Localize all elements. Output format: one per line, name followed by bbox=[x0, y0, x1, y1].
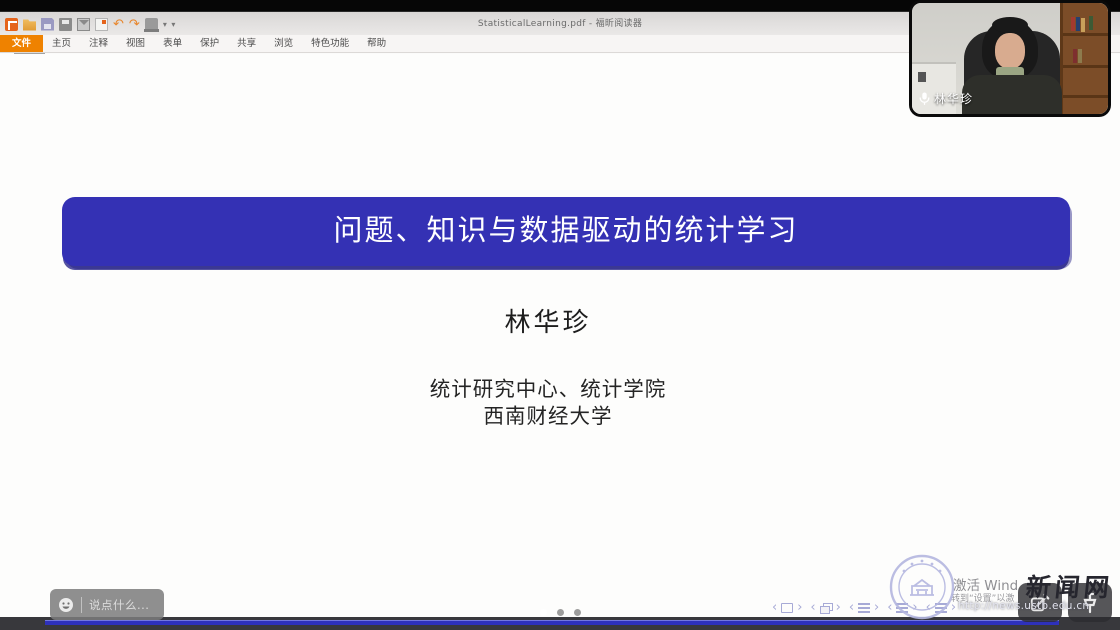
quick-print-icon[interactable] bbox=[95, 18, 108, 31]
nav-group-scroll-1: ‹ › bbox=[849, 601, 879, 614]
news-network-logo: 新闻网 bbox=[1024, 568, 1115, 604]
slide-pager bbox=[540, 609, 581, 616]
tab-form[interactable]: 表单 bbox=[154, 35, 191, 52]
quick-access-toolbar: ↶ ↷ ▾ ▾ bbox=[5, 17, 176, 31]
next-arrow[interactable]: › bbox=[836, 601, 841, 614]
news-site-url: http://news.ustb.edu.cn bbox=[958, 600, 1089, 612]
next-arrow[interactable]: › bbox=[797, 601, 802, 614]
foxit-logo-icon[interactable] bbox=[5, 18, 18, 31]
slide-author: 林华珍 bbox=[0, 302, 1096, 339]
next-arrow[interactable]: › bbox=[874, 601, 879, 614]
tab-share[interactable]: 共享 bbox=[228, 35, 265, 52]
tab-comment[interactable]: 注释 bbox=[80, 35, 117, 52]
tab-browse[interactable]: 浏览 bbox=[265, 35, 302, 52]
chat-input[interactable]: 说点什么... bbox=[50, 589, 164, 620]
emoji-smiley-icon[interactable] bbox=[58, 597, 74, 613]
webcam-tile[interactable]: 林华珍 bbox=[912, 3, 1108, 114]
video-frame: StatisticalLearning.pdf - 福昕阅读器 ↶ ↷ ▾ ▾ … bbox=[0, 0, 1120, 630]
pager-dot[interactable] bbox=[540, 609, 547, 616]
pager-dot[interactable] bbox=[574, 609, 581, 616]
university-seal-watermark bbox=[888, 553, 956, 621]
participant-label: 林华珍 bbox=[919, 90, 973, 107]
slide-affiliation-2: 西南财经大学 bbox=[0, 399, 1096, 429]
slide-title-banner: 问题、知识与数据驱动的统计学习 bbox=[62, 197, 1070, 266]
chat-placeholder: 说点什么... bbox=[89, 597, 149, 613]
tab-home[interactable]: 主页 bbox=[43, 35, 80, 52]
pager-dot[interactable] bbox=[557, 609, 564, 616]
redo-icon[interactable]: ↷ bbox=[129, 18, 140, 31]
open-file-icon[interactable] bbox=[23, 18, 36, 31]
prev-arrow[interactable]: ‹ bbox=[849, 601, 854, 614]
tab-protect[interactable]: 保护 bbox=[191, 35, 228, 52]
prev-arrow[interactable]: ‹ bbox=[810, 601, 815, 614]
email-icon[interactable] bbox=[77, 18, 90, 31]
save-icon[interactable] bbox=[41, 18, 54, 31]
bookshelf bbox=[1060, 3, 1108, 114]
nav-group-windows: ‹ › bbox=[810, 601, 840, 614]
undo-icon[interactable]: ↶ bbox=[113, 18, 124, 31]
slide-affiliation-1: 统计研究中心、统计学院 bbox=[0, 372, 1096, 402]
print-icon[interactable] bbox=[59, 18, 72, 31]
slide-page: 问题、知识与数据驱动的统计学习 林华珍 统计研究中心、统计学院 西南财经大学 bbox=[0, 54, 1120, 617]
stamp-icon[interactable] bbox=[145, 18, 158, 31]
slide-title: 问题、知识与数据驱动的统计学习 bbox=[62, 197, 1070, 264]
microphone-icon bbox=[919, 92, 930, 105]
chat-divider bbox=[81, 597, 82, 613]
toolbar-more-icon[interactable]: ▾ ▾ bbox=[163, 20, 177, 29]
tab-file[interactable]: 文件 bbox=[0, 35, 43, 52]
tab-help[interactable]: 帮助 bbox=[358, 35, 395, 52]
scroll-list-icon[interactable] bbox=[858, 603, 870, 613]
prev-arrow[interactable]: ‹ bbox=[772, 601, 777, 614]
cascade-windows-icon[interactable] bbox=[820, 603, 832, 613]
tab-view[interactable]: 视图 bbox=[117, 35, 154, 52]
participant-name: 林华珍 bbox=[934, 90, 973, 107]
nav-group-screen: ‹ › bbox=[772, 601, 802, 614]
tab-special-features[interactable]: 特色功能 bbox=[302, 35, 358, 52]
screen-mode-icon[interactable] bbox=[781, 603, 793, 613]
